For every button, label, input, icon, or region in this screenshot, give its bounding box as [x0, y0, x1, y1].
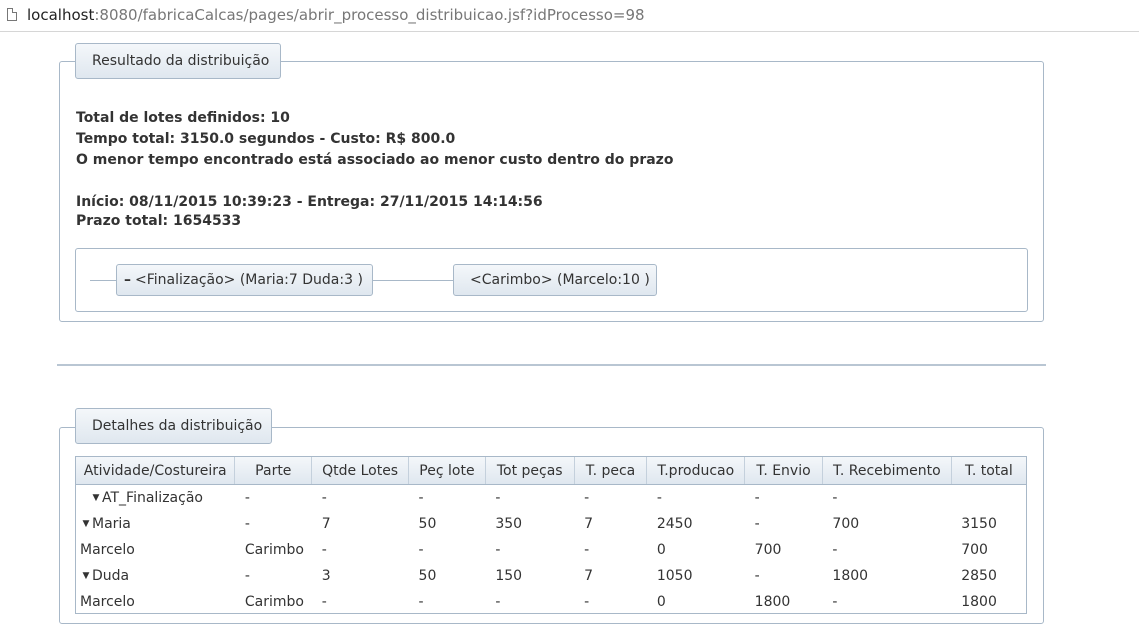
- table-cell: 50: [418, 516, 437, 532]
- collapse-toggle[interactable]: –: [124, 272, 131, 288]
- details-panel-legend[interactable]: Detalhes da distribuição: [75, 408, 272, 444]
- table-cell: 1800: [961, 594, 997, 610]
- table-cell: 700: [754, 542, 782, 558]
- table-cell: 1800: [832, 568, 869, 584]
- table-row[interactable]: ▼ AT_Finalização - - - - - - - -: [76, 485, 1026, 512]
- table-cell: 2850: [961, 568, 997, 584]
- table-row[interactable]: Marcelo Carimbo - - - - 0 1800 - 1800: [76, 589, 1026, 613]
- total-lots-text: Total de lotes definidos: 10: [76, 110, 290, 126]
- flow-connector: [90, 280, 116, 281]
- table-row[interactable]: Marcelo Carimbo - - - - 0 700 - 700: [76, 537, 1026, 563]
- table-cell: -: [584, 594, 590, 610]
- table-cell: -: [584, 490, 590, 506]
- activity-name: Marcelo: [80, 542, 135, 558]
- flow-node-finalizacao[interactable]: – <Finalização> (Maria:7 Duda:3 ): [116, 264, 373, 296]
- table-cell: -: [244, 516, 250, 532]
- table-cell: 1050: [656, 568, 693, 584]
- total-time-cost-text: Tempo total: 3150.0 segundos - Custo: R$…: [76, 131, 456, 147]
- activity-name: Maria: [92, 516, 131, 532]
- column-header[interactable]: Parte: [234, 457, 313, 485]
- column-header[interactable]: Tot peças: [485, 457, 575, 485]
- start-delivery-text: Início: 08/11/2015 10:39:23 - Entrega: 2…: [76, 194, 543, 210]
- page-icon: [7, 8, 17, 21]
- activity-cell: Marcelo: [76, 589, 235, 613]
- table-cell: -: [584, 542, 590, 558]
- table-cell: -: [754, 568, 760, 584]
- column-header[interactable]: T. Recebimento: [822, 457, 952, 485]
- activity-name: AT_Finalização: [102, 490, 203, 506]
- column-header[interactable]: Qtde Lotes: [311, 457, 410, 485]
- expand-toggle-icon[interactable]: ▼: [80, 571, 92, 581]
- table-cell: 7: [584, 516, 594, 532]
- table-cell: Carimbo: [244, 542, 304, 558]
- table-cell: [951, 485, 1026, 512]
- table-cell: 0: [656, 542, 666, 558]
- result-panel-legend[interactable]: Resultado da distribuição: [75, 43, 281, 79]
- expand-toggle-icon[interactable]: ▼: [80, 519, 92, 529]
- table-cell: -: [321, 490, 327, 506]
- table-cell: -: [754, 490, 760, 506]
- table-row[interactable]: ▼ Duda -3 50 150 7 1050-1800 2850: [76, 563, 1026, 589]
- column-header[interactable]: T. total: [951, 457, 1026, 485]
- activity-name: Duda: [92, 568, 130, 584]
- url-text[interactable]: localhost:8080/fabricaCalcas/pages/abrir…: [27, 6, 645, 24]
- section-divider: [57, 364, 1046, 366]
- activity-cell: ▼ AT_Finalização: [76, 485, 235, 512]
- table-cell: -: [754, 516, 760, 532]
- flow-node-label: <Carimbo> (Marcelo:10 ): [470, 272, 650, 288]
- flow-connector: [373, 280, 453, 281]
- table-cell: -: [418, 490, 424, 506]
- table-cell: -: [244, 490, 250, 506]
- flow-node-label: <Finalização> (Maria:7 Duda:3 ): [135, 272, 363, 288]
- address-bar[interactable]: localhost:8080/fabricaCalcas/pages/abrir…: [0, 0, 1139, 32]
- column-header[interactable]: Peç lote: [408, 457, 486, 485]
- table-cell: 3150: [961, 516, 997, 532]
- best-time-note: O menor tempo encontrado está associado …: [76, 152, 674, 168]
- table-cell: 2450: [656, 516, 693, 532]
- table-cell: 700: [832, 516, 860, 532]
- table-cell: -: [832, 490, 838, 506]
- table-cell: 1800: [754, 594, 791, 610]
- table-cell: -: [495, 542, 501, 558]
- table-cell: 50: [418, 568, 437, 584]
- column-header[interactable]: T. peca: [574, 457, 648, 485]
- table-cell: -: [832, 594, 838, 610]
- distribution-treetable: Atividade/Costureira Parte Qtde Lotes Pe…: [75, 456, 1027, 614]
- table-cell: Carimbo: [244, 594, 304, 610]
- activity-cell: Marcelo: [76, 537, 235, 563]
- table-cell: -: [495, 594, 501, 610]
- column-header[interactable]: T.producao: [646, 457, 746, 485]
- activity-cell: ▼ Duda: [76, 563, 235, 589]
- table-cell: -: [321, 542, 327, 558]
- table-header: Atividade/Costureira Parte Qtde Lotes Pe…: [76, 457, 1026, 485]
- total-deadline-text: Prazo total: 1654533: [76, 213, 242, 229]
- table-cell: -: [656, 490, 662, 506]
- table-cell: -: [418, 594, 424, 610]
- table-cell: 0: [656, 594, 666, 610]
- flow-node-carimbo[interactable]: <Carimbo> (Marcelo:10 ): [453, 264, 657, 296]
- table-cell: -: [244, 568, 250, 584]
- table-cell: -: [495, 490, 501, 506]
- table-cell: -: [321, 594, 327, 610]
- table-cell: 7: [584, 568, 594, 584]
- table-cell: -: [418, 542, 424, 558]
- table-cell: -: [832, 542, 838, 558]
- activity-cell: ▼ Maria: [76, 511, 235, 537]
- table-cell: 350: [495, 516, 523, 532]
- table-row[interactable]: ▼ Maria -7 50 350 7 2450-700 3150: [76, 511, 1026, 537]
- table-cell: 700: [961, 542, 988, 558]
- column-header[interactable]: T. Envio: [744, 457, 823, 485]
- expand-toggle-icon[interactable]: ▼: [90, 493, 102, 503]
- table-cell: 3: [321, 568, 331, 584]
- table-cell: 150: [495, 568, 523, 584]
- column-header[interactable]: Atividade/Costureira: [76, 457, 236, 485]
- table-cell: 7: [321, 516, 331, 532]
- activity-name: Marcelo: [80, 594, 135, 610]
